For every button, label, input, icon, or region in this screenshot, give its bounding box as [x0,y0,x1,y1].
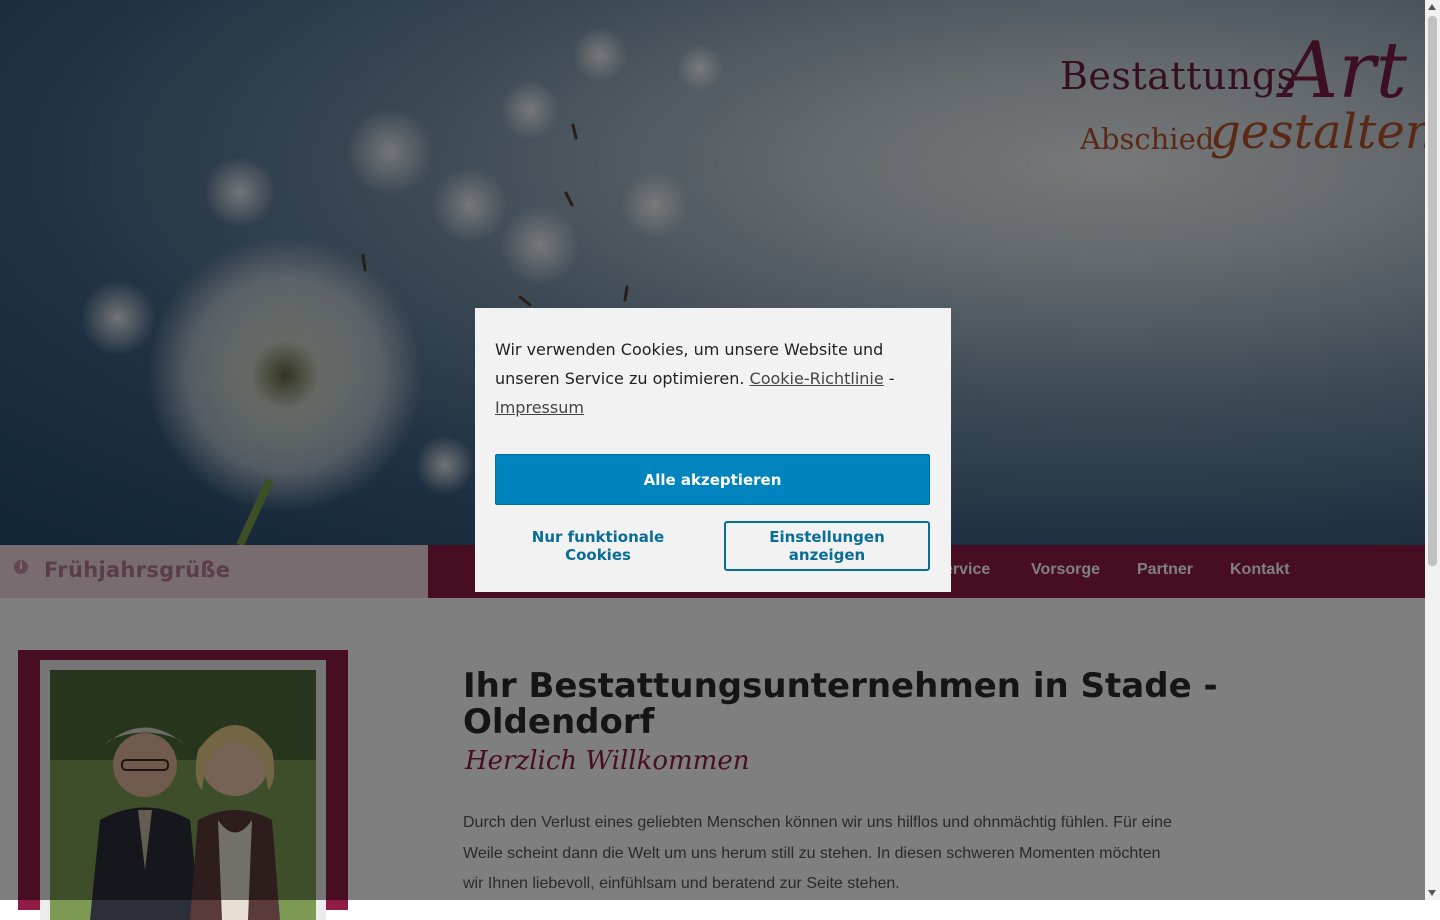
scroll-up-icon[interactable] [1428,4,1436,10]
functional-cookies-button[interactable]: Nur funktionale Cookies [495,521,701,571]
scroll-down-icon[interactable] [1428,890,1436,896]
cookie-link-separator: - [888,369,895,388]
imprint-link[interactable]: Impressum [495,398,584,417]
cookie-message: Wir verwenden Cookies, um unsere Website… [495,335,935,422]
page-scrollbar[interactable] [1425,0,1440,900]
cookie-policy-link[interactable]: Cookie-Richtlinie [750,369,884,388]
show-settings-button[interactable]: Einstellungen anzeigen [724,521,930,571]
accept-all-button[interactable]: Alle akzeptieren [495,454,930,505]
scroll-thumb[interactable] [1428,16,1437,566]
cookie-consent-dialog: Wir verwenden Cookies, um unsere Website… [475,308,951,592]
